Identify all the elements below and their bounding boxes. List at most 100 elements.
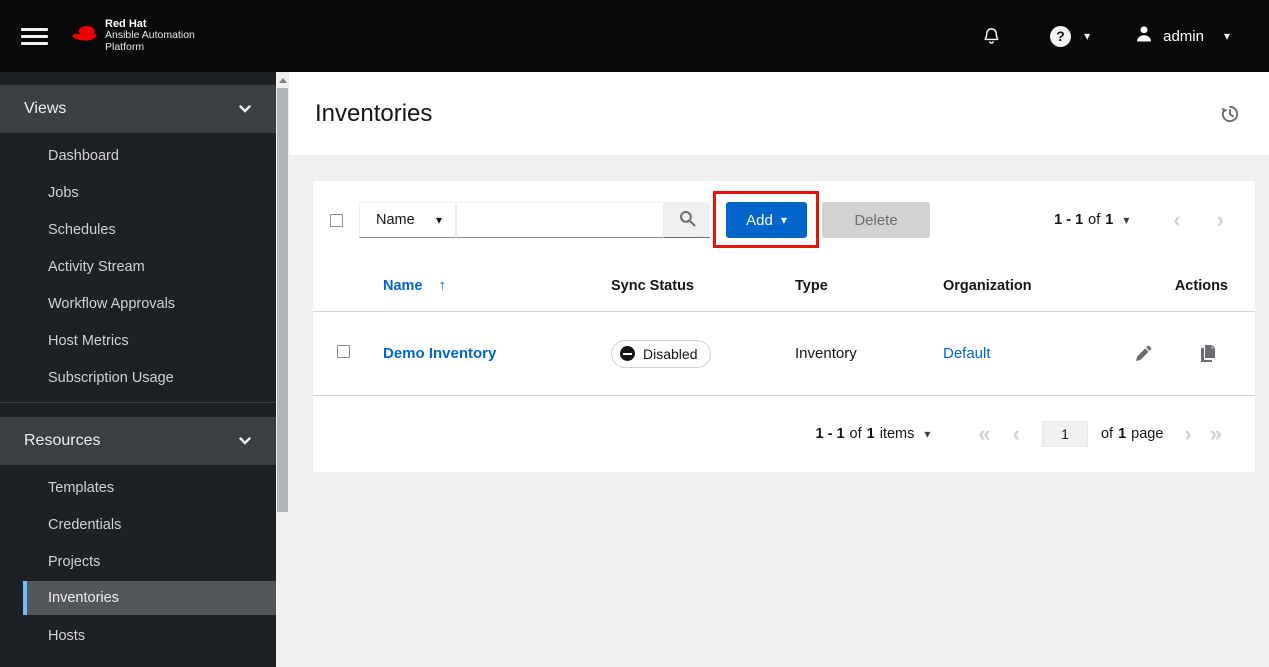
menu-bar bbox=[21, 41, 48, 45]
brand-text: Red Hat Ansible Automation Platform bbox=[105, 18, 195, 54]
column-header-sync-status: Sync Status bbox=[611, 277, 694, 294]
add-button-label: Add bbox=[746, 211, 773, 229]
first-page-icon[interactable]: « bbox=[978, 423, 990, 445]
pagination-total: 1 bbox=[866, 426, 875, 442]
row-sync-status-cell: Disabled bbox=[611, 339, 795, 368]
sidebar-group-label: Views bbox=[24, 100, 67, 117]
prev-page-icon[interactable]: ‹ bbox=[1013, 423, 1020, 445]
sync-status-badge: Disabled bbox=[611, 339, 712, 368]
sidebar-item-activity-stream[interactable]: Activity Stream bbox=[0, 248, 276, 285]
content-area: Name ▾ Add ▾ Delete 1 - 1 of 1 ▾ ‹ › Nam… bbox=[289, 155, 1269, 667]
page-of-label: of 1 page bbox=[1101, 426, 1163, 442]
pagination-bottom-summary[interactable]: 1 - 1 of 1 items bbox=[816, 426, 915, 442]
sidebar-views-list: Dashboard Jobs Schedules Activity Stream… bbox=[0, 133, 276, 402]
caret-down-icon: ▾ bbox=[1123, 213, 1130, 227]
menu-bar bbox=[21, 27, 48, 31]
search-icon bbox=[679, 210, 696, 230]
table-row: Demo Inventory Disabled Inventory Defaul… bbox=[313, 312, 1255, 396]
filter-attribute-select[interactable]: Name ▾ bbox=[359, 202, 456, 238]
row-checkbox[interactable] bbox=[337, 345, 350, 358]
chevron-down-icon bbox=[239, 432, 251, 450]
sidebar-item-subscription-usage[interactable]: Subscription Usage bbox=[0, 359, 276, 396]
page-of: of bbox=[1100, 426, 1114, 442]
inventory-name-link[interactable]: Demo Inventory bbox=[383, 345, 496, 362]
pagination-of: of bbox=[849, 426, 862, 442]
sidebar-item-schedules[interactable]: Schedules bbox=[0, 211, 276, 248]
last-page-icon[interactable]: » bbox=[1210, 423, 1222, 445]
filter-selected-label: Name bbox=[376, 212, 415, 228]
row-type-cell: Inventory bbox=[795, 345, 857, 362]
scrollbar-thumb[interactable] bbox=[277, 88, 288, 512]
row-actions-cell bbox=[1135, 345, 1256, 362]
app: Red Hat Ansible Automation Platform ? ▾ bbox=[0, 0, 1269, 667]
row-organization-cell: Default bbox=[943, 345, 1135, 362]
disabled-ban-icon bbox=[620, 346, 635, 361]
current-page-input[interactable] bbox=[1041, 421, 1088, 447]
user-menu[interactable]: admin ▾ bbox=[1134, 24, 1230, 49]
redhat-hat-icon bbox=[70, 22, 100, 51]
caret-down-icon: ▾ bbox=[1084, 29, 1091, 43]
notifications-bell-icon[interactable] bbox=[982, 26, 1001, 46]
search-button[interactable] bbox=[664, 202, 710, 238]
sidebar-item-credentials[interactable]: Credentials bbox=[0, 506, 276, 543]
sort-ascending-icon: ↑ bbox=[438, 277, 447, 294]
prev-page-icon[interactable]: ‹ bbox=[1173, 209, 1180, 231]
column-header-actions: Actions bbox=[1174, 277, 1228, 294]
sidebar-section-views: Views Dashboard Jobs Schedules Activity … bbox=[0, 85, 276, 402]
sidebar-group-label: Resources bbox=[24, 432, 101, 449]
sidebar-item-dashboard[interactable]: Dashboard bbox=[0, 137, 276, 174]
search-input[interactable] bbox=[456, 202, 664, 238]
select-all-checkbox[interactable] bbox=[330, 213, 343, 227]
help-menu[interactable]: ? ▾ bbox=[1050, 25, 1091, 47]
column-header-name-label: Name bbox=[383, 277, 423, 294]
add-button-wrap: Add ▾ bbox=[713, 191, 819, 248]
chevron-down-icon bbox=[239, 100, 251, 118]
pagination-top-summary[interactable]: 1 - 1 of 1 bbox=[1054, 212, 1113, 228]
sidebar: Views Dashboard Jobs Schedules Activity … bbox=[0, 72, 276, 667]
column-header-organization: Organization bbox=[943, 277, 1032, 294]
help-icon: ? bbox=[1050, 25, 1072, 47]
vertical-scrollbar[interactable] bbox=[276, 72, 289, 667]
scroll-up-arrow-icon[interactable] bbox=[278, 78, 287, 83]
inventories-card: Name ▾ Add ▾ Delete 1 - 1 of 1 ▾ ‹ › Nam… bbox=[313, 181, 1255, 472]
sync-status-label: Disabled bbox=[643, 345, 698, 362]
next-page-icon[interactable]: › bbox=[1217, 209, 1224, 231]
page-title: Inventories bbox=[315, 99, 433, 127]
edit-pencil-icon[interactable] bbox=[1135, 345, 1152, 362]
next-page-icon[interactable]: › bbox=[1184, 423, 1191, 445]
pagination-range: 1 - 1 bbox=[815, 426, 845, 442]
pagination-top: 1 - 1 of 1 ▾ ‹ › bbox=[1054, 209, 1255, 231]
caret-down-icon: ▾ bbox=[435, 213, 442, 227]
sidebar-item-inventories[interactable]: Inventories bbox=[23, 581, 276, 615]
brand-logo: Red Hat Ansible Automation Platform bbox=[70, 18, 195, 54]
pagination-range: 1 - 1 bbox=[1054, 212, 1084, 228]
brand-line3: Platform bbox=[105, 41, 145, 54]
sidebar-item-projects[interactable]: Projects bbox=[0, 543, 276, 580]
pagination-of: of bbox=[1088, 212, 1101, 228]
add-button[interactable]: Add ▾ bbox=[726, 202, 807, 238]
column-header-name[interactable]: Name ↑ bbox=[383, 277, 611, 294]
menu-bar bbox=[21, 34, 48, 38]
sidebar-item-templates[interactable]: Templates bbox=[0, 469, 276, 506]
table-header-row: Name ↑ Sync Status Type Organization Act… bbox=[313, 260, 1255, 312]
history-icon[interactable] bbox=[1219, 103, 1241, 125]
sidebar-item-host-metrics[interactable]: Host Metrics bbox=[0, 322, 276, 359]
sidebar-group-views[interactable]: Views bbox=[0, 85, 276, 133]
column-header-type: Type bbox=[795, 277, 828, 294]
delete-button[interactable]: Delete bbox=[822, 202, 930, 238]
masthead-actions: ? ▾ admin ▾ bbox=[982, 24, 1230, 49]
sidebar-section-resources: Resources Templates Credentials Projects… bbox=[0, 402, 276, 660]
copy-icon[interactable] bbox=[1200, 345, 1216, 362]
pagination-total: 1 bbox=[1105, 212, 1114, 228]
caret-down-icon: ▾ bbox=[780, 213, 787, 227]
sidebar-item-hosts[interactable]: Hosts bbox=[0, 617, 276, 654]
organization-link[interactable]: Default bbox=[943, 345, 991, 362]
sidebar-item-workflow-approvals[interactable]: Workflow Approvals bbox=[0, 285, 276, 322]
caret-down-icon: ▾ bbox=[924, 427, 931, 441]
pagination-bottom: 1 - 1 of 1 items ▾ « ‹ of 1 page bbox=[313, 396, 1255, 472]
sidebar-item-jobs[interactable]: Jobs bbox=[0, 174, 276, 211]
sidebar-group-resources[interactable]: Resources bbox=[0, 417, 276, 465]
sidebar-resources-list: Templates Credentials Projects Inventori… bbox=[0, 465, 276, 660]
menu-icon[interactable] bbox=[21, 27, 48, 45]
toolbar: Name ▾ Add ▾ Delete 1 - 1 of 1 ▾ ‹ › bbox=[313, 181, 1255, 260]
